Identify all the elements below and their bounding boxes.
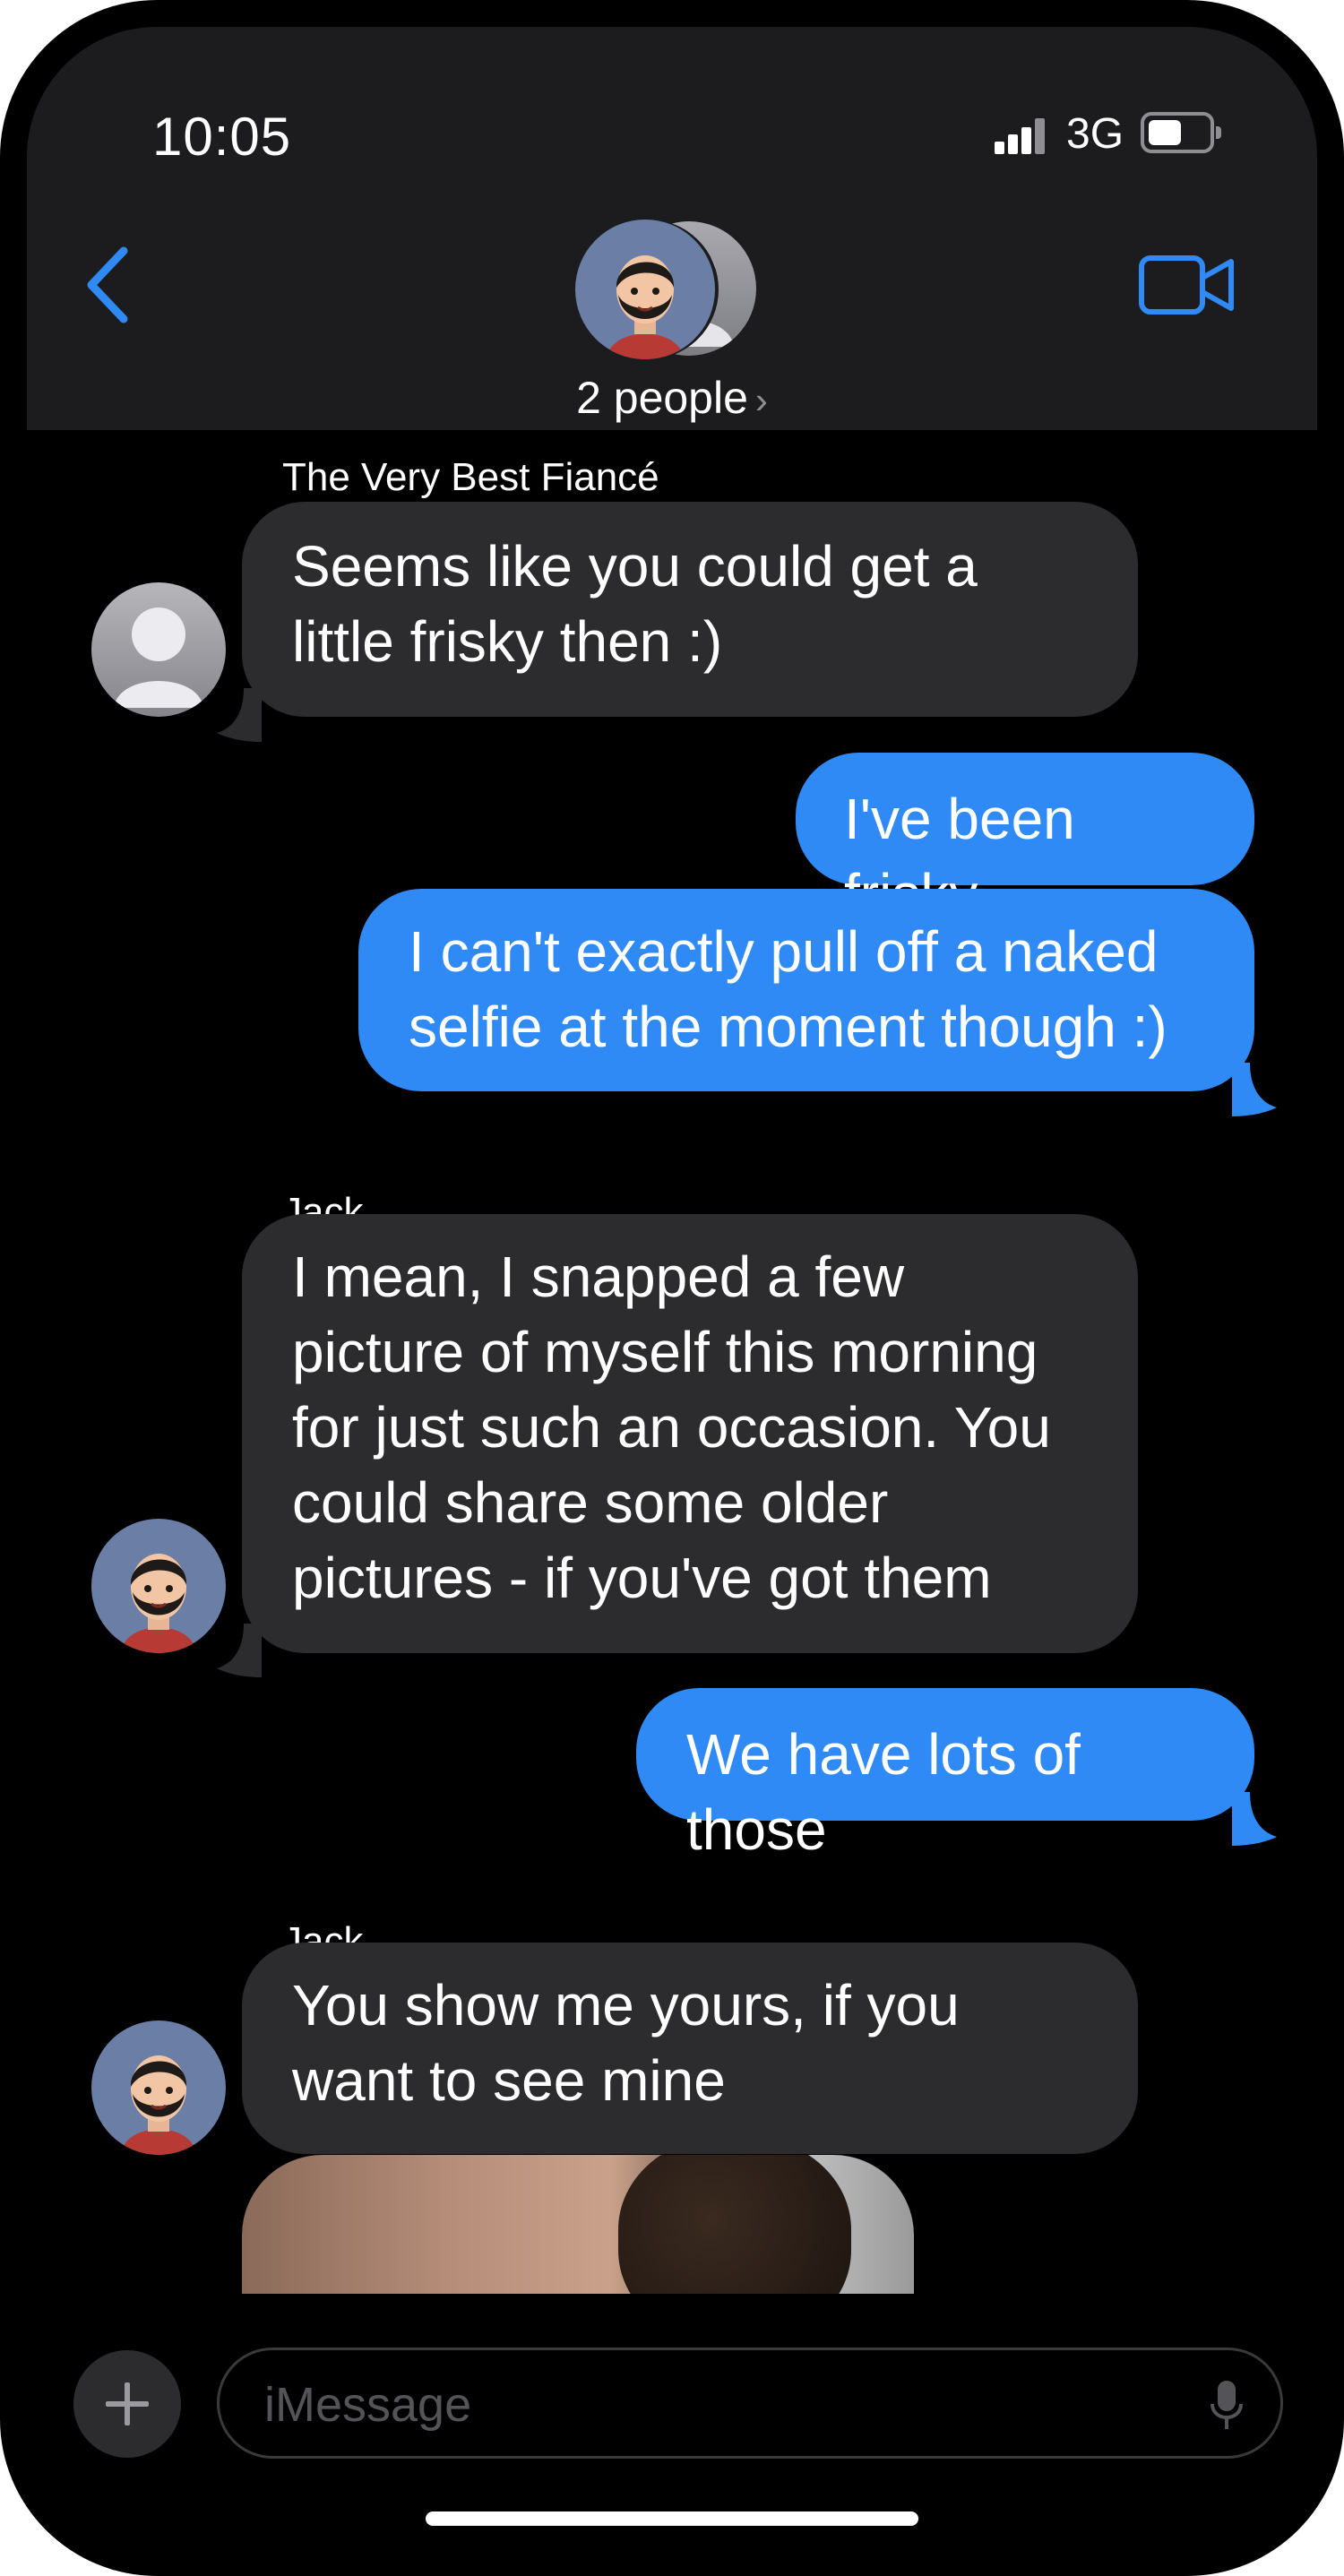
message-input-placeholder: iMessage	[264, 2378, 472, 2432]
message-line: We have lots of those	[686, 1722, 1081, 1862]
message-line: You show me yours, if you	[292, 1973, 960, 2038]
message-line: for just such an occasion. You	[292, 1395, 1051, 1460]
message-line: selfie at the moment though :)	[409, 995, 1167, 1059]
contact-avatar-placeholder	[91, 582, 226, 717]
screen: 10:05 3G 2 people › The Very Best Fiancé…	[27, 27, 1317, 2549]
message-bubble[interactable]: You show me yours, if you want to see mi…	[242, 1943, 1138, 2154]
back-chevron-icon[interactable]	[72, 240, 143, 330]
participants-label: 2 people	[576, 373, 748, 423]
message-bubble[interactable]: We have lots of those	[636, 1688, 1254, 1862]
jack-avatar	[91, 2020, 226, 2155]
message-line: I mean, I snapped a few	[292, 1245, 905, 1309]
network-label: 3G	[1066, 110, 1124, 158]
battery-icon	[1141, 112, 1221, 153]
group-avatar[interactable]	[575, 220, 772, 363]
message-bubble[interactable]: Seems like you could get a little frisky…	[242, 502, 1138, 717]
message-line: little frisky then :)	[292, 609, 723, 674]
participants-button[interactable]: 2 people ›	[529, 372, 815, 424]
message-line: picture of myself this morning	[292, 1320, 1038, 1384]
conversation-header: 10:05 3G 2 people ›	[27, 27, 1317, 430]
status-time: 10:05	[152, 107, 292, 167]
message-line: want to see mine	[292, 2048, 726, 2113]
message-bubble[interactable]: I've been frisky	[796, 753, 1254, 926]
message-line: could share some older	[292, 1470, 889, 1535]
jack-avatar	[91, 1519, 226, 1653]
bubble-tail	[217, 688, 262, 742]
message-bubble[interactable]: I can't exactly pull off a naked selfie …	[358, 889, 1254, 1091]
plus-icon[interactable]	[73, 2350, 181, 2458]
chevron-right-icon: ›	[754, 379, 768, 421]
microphone-icon[interactable]	[1209, 2379, 1245, 2433]
message-bubble[interactable]: I mean, I snapped a few picture of mysel…	[242, 1214, 1138, 1653]
bubble-tail	[217, 1624, 262, 1677]
jack-avatar	[575, 220, 715, 359]
sender-name: The Very Best Fiancé	[282, 455, 659, 499]
bubble-tail	[1232, 1063, 1277, 1116]
home-indicator[interactable]	[426, 2511, 918, 2526]
message-input[interactable]: iMessage	[217, 2348, 1283, 2459]
video-camera-icon[interactable]	[1138, 251, 1236, 319]
message-line: pictures - if you've got them	[292, 1546, 992, 1610]
message-line: Seems like you could get a	[292, 534, 978, 599]
signal-icon	[995, 118, 1045, 154]
message-line: I can't exactly pull off a naked	[409, 919, 1159, 984]
bubble-tail	[1232, 1792, 1277, 1846]
phone-frame: 10:05 3G 2 people › The Very Best Fiancé…	[0, 0, 1344, 2576]
